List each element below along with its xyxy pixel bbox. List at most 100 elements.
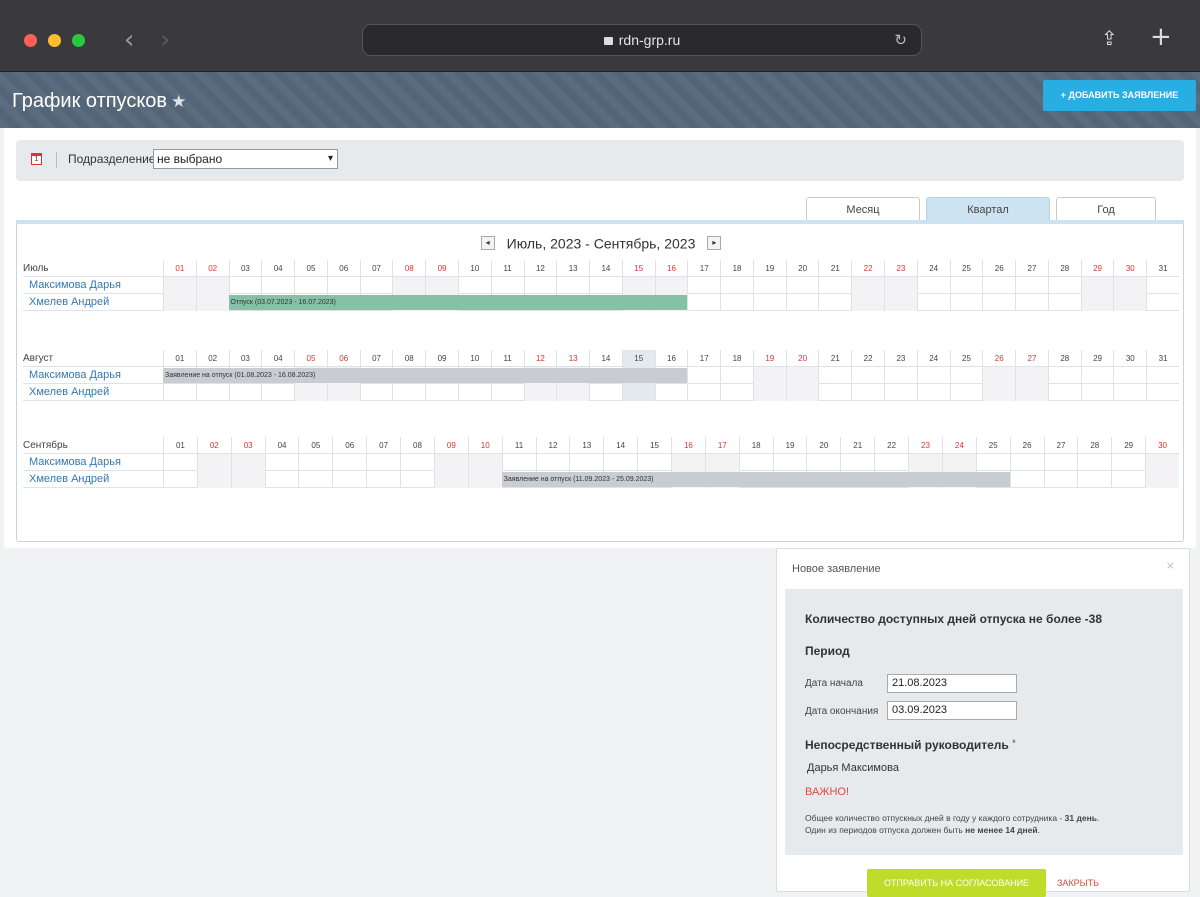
day-cell[interactable]	[230, 471, 265, 488]
day-cell[interactable]	[298, 454, 332, 471]
day-cell[interactable]	[1009, 471, 1044, 488]
day-cell[interactable]	[785, 384, 819, 401]
forward-icon[interactable]: ›	[160, 26, 170, 54]
day-cell[interactable]	[916, 294, 950, 311]
day-cell[interactable]	[1080, 367, 1114, 384]
day-cell[interactable]	[589, 384, 622, 401]
day-cell[interactable]	[1145, 454, 1179, 471]
day-cell[interactable]	[975, 454, 1010, 471]
day-cell[interactable]	[785, 367, 819, 384]
day-cell[interactable]	[1113, 277, 1147, 294]
day-cell[interactable]	[332, 471, 366, 488]
day-cell[interactable]	[1080, 384, 1114, 401]
day-cell[interactable]	[687, 367, 720, 384]
day-cell[interactable]	[294, 384, 327, 401]
new-tab-icon[interactable]: +	[1150, 22, 1172, 52]
day-cell[interactable]	[818, 294, 851, 311]
day-cell[interactable]	[163, 277, 196, 294]
day-cell[interactable]	[1111, 471, 1145, 488]
employee-name-link[interactable]: Максимова Дарья	[29, 277, 121, 294]
day-cell[interactable]	[621, 384, 655, 401]
day-cell[interactable]	[392, 384, 425, 401]
day-cell[interactable]	[851, 277, 885, 294]
day-cell[interactable]	[400, 454, 434, 471]
close-window-icon[interactable]	[24, 34, 37, 47]
share-icon[interactable]: ⇪	[1101, 26, 1118, 50]
day-cell[interactable]	[523, 277, 557, 294]
day-cell[interactable]	[433, 471, 468, 488]
day-cell[interactable]	[840, 454, 874, 471]
day-cell[interactable]	[501, 454, 536, 471]
day-cell[interactable]	[457, 384, 491, 401]
day-cell[interactable]	[687, 294, 720, 311]
day-cell[interactable]	[704, 454, 739, 471]
day-cell[interactable]	[264, 454, 299, 471]
day-cell[interactable]	[556, 384, 590, 401]
day-cell[interactable]	[163, 384, 196, 401]
day-cell[interactable]	[195, 294, 229, 311]
day-cell[interactable]	[851, 367, 884, 384]
maximize-window-icon[interactable]	[72, 34, 85, 47]
day-cell[interactable]	[982, 384, 1016, 401]
day-cell[interactable]	[1146, 384, 1179, 401]
day-cell[interactable]	[818, 384, 851, 401]
day-cell[interactable]	[425, 384, 458, 401]
day-cell[interactable]	[916, 384, 950, 401]
day-cell[interactable]	[261, 277, 294, 294]
day-cell[interactable]	[294, 277, 327, 294]
day-cell[interactable]	[1077, 471, 1111, 488]
day-cell[interactable]	[1146, 277, 1179, 294]
close-button[interactable]: ЗАКРЫТЬ	[1057, 869, 1099, 897]
day-cell[interactable]	[1146, 367, 1179, 384]
day-cell[interactable]	[806, 454, 840, 471]
day-cell[interactable]	[195, 277, 229, 294]
day-cell[interactable]	[637, 454, 671, 471]
day-cell[interactable]	[261, 384, 294, 401]
day-cell[interactable]	[366, 454, 400, 471]
day-cell[interactable]	[752, 277, 786, 294]
day-cell[interactable]	[467, 454, 502, 471]
day-cell[interactable]	[467, 471, 502, 488]
day-cell[interactable]	[392, 277, 426, 294]
day-cell[interactable]	[884, 367, 917, 384]
day-cell[interactable]	[1047, 367, 1081, 384]
prev-period-button[interactable]: ◂	[480, 236, 495, 251]
day-cell[interactable]	[163, 471, 197, 488]
add-request-button[interactable]: + ДОБАВИТЬ ЗАЯВЛЕНИЕ	[1043, 80, 1196, 111]
day-cell[interactable]	[772, 454, 807, 471]
day-cell[interactable]	[195, 384, 229, 401]
day-cell[interactable]	[230, 454, 265, 471]
day-cell[interactable]	[818, 277, 851, 294]
favorite-star-icon[interactable]: ★	[171, 92, 186, 112]
address-bar[interactable]: rdn-grp.ru ↻	[362, 24, 922, 56]
day-cell[interactable]	[490, 277, 524, 294]
day-cell[interactable]	[851, 384, 884, 401]
day-cell[interactable]	[359, 277, 393, 294]
day-cell[interactable]	[1015, 277, 1048, 294]
day-cell[interactable]	[326, 384, 360, 401]
day-cell[interactable]	[1113, 294, 1147, 311]
day-cell[interactable]	[264, 471, 299, 488]
day-cell[interactable]	[1146, 294, 1179, 311]
reload-icon[interactable]: ↻	[894, 25, 907, 55]
day-cell[interactable]	[720, 367, 753, 384]
employee-name-link[interactable]: Хмелев Андрей	[29, 294, 109, 311]
day-cell[interactable]	[196, 471, 231, 488]
day-cell[interactable]	[196, 454, 231, 471]
day-cell[interactable]	[1145, 471, 1179, 488]
next-period-button[interactable]: ▸	[707, 236, 722, 251]
day-cell[interactable]	[535, 454, 570, 471]
day-cell[interactable]	[884, 384, 917, 401]
employee-name-link[interactable]: Максимова Дарья	[29, 367, 121, 384]
vacation-bar[interactable]: Отпуск (03.07.2023 - 16.07.2023)	[228, 295, 688, 310]
day-cell[interactable]	[1113, 367, 1146, 384]
day-cell[interactable]	[433, 454, 468, 471]
day-cell[interactable]	[1047, 384, 1081, 401]
day-cell[interactable]	[785, 294, 819, 311]
day-cell[interactable]	[720, 294, 753, 311]
day-cell[interactable]	[654, 277, 688, 294]
employee-name-link[interactable]: Максимова Дарья	[29, 454, 121, 471]
day-cell[interactable]	[982, 367, 1016, 384]
day-cell[interactable]	[228, 384, 262, 401]
day-cell[interactable]	[982, 277, 1015, 294]
